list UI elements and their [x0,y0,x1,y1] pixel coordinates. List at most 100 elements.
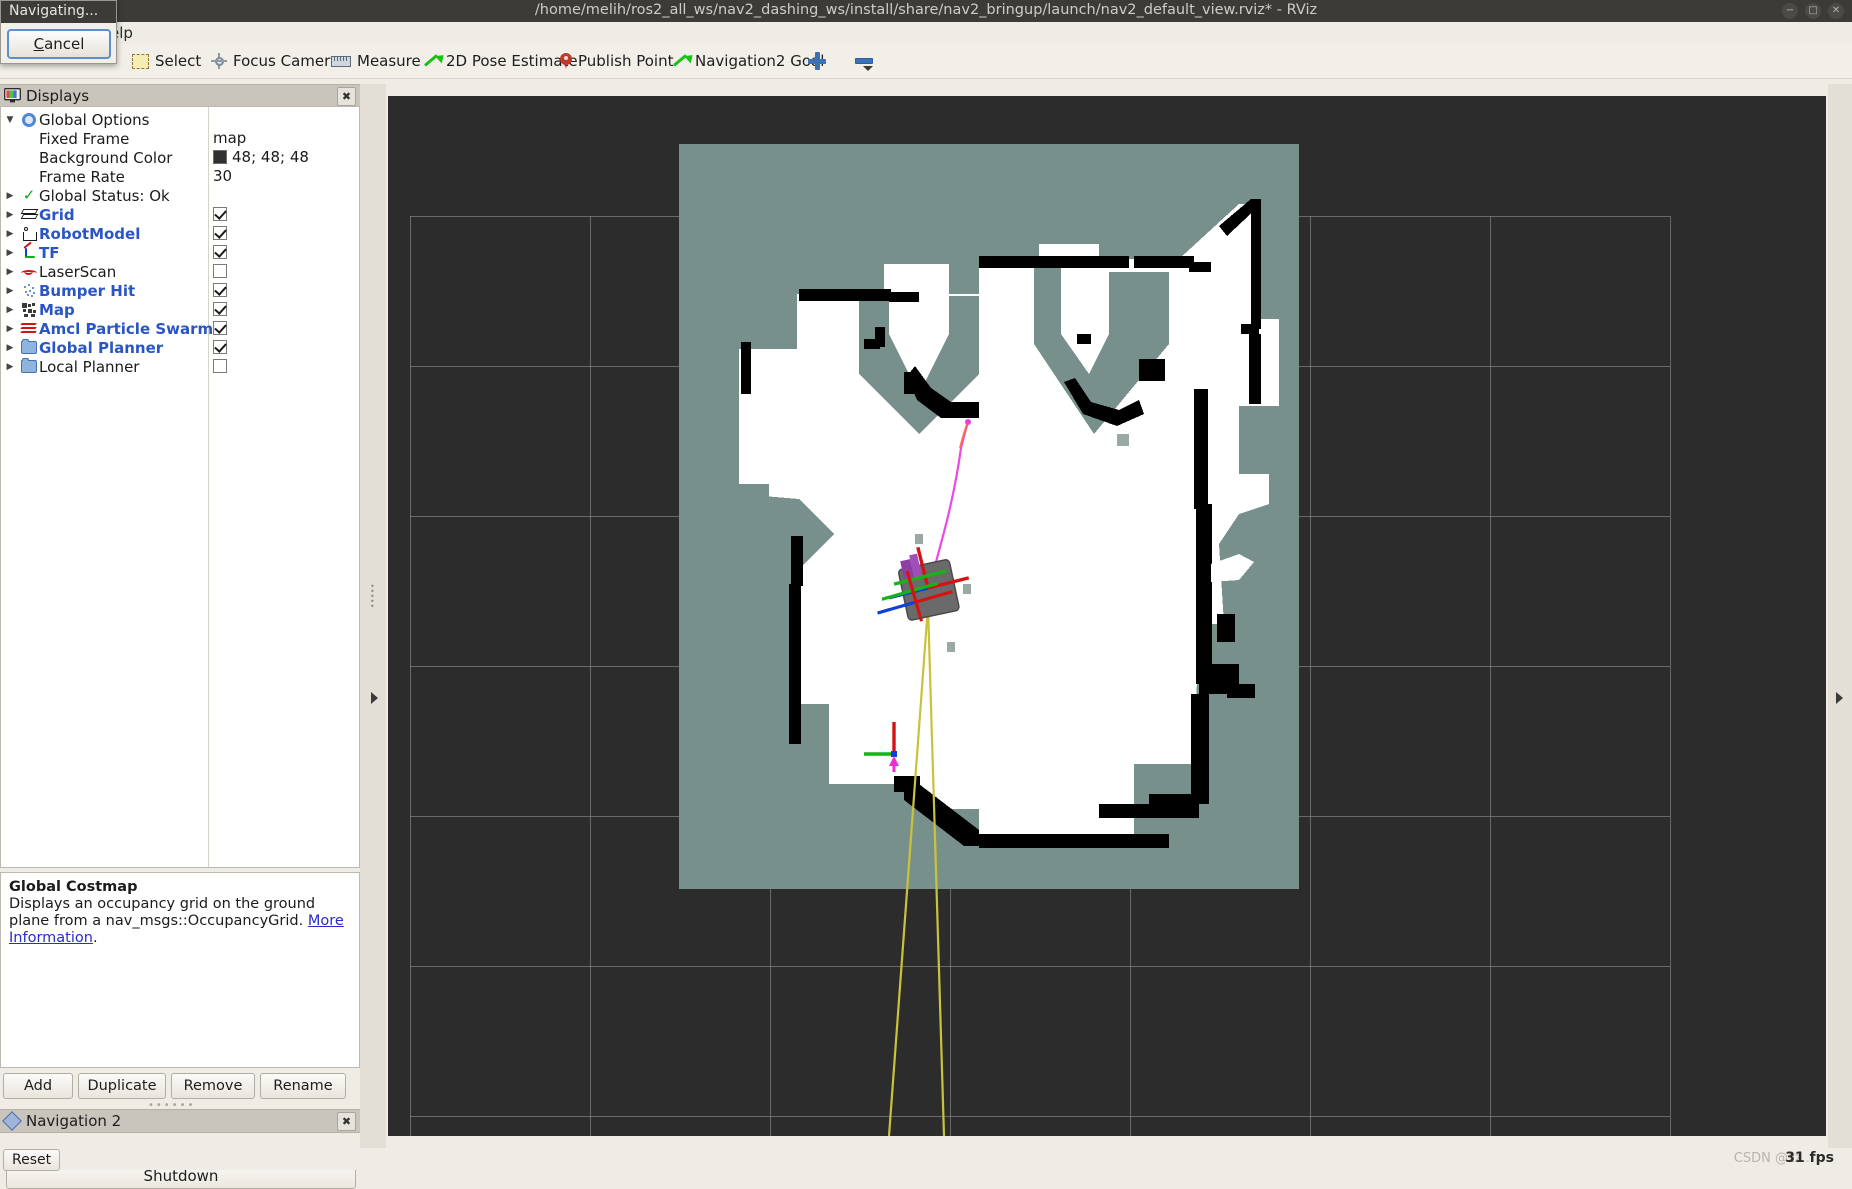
description-body-end: . [92,930,98,946]
checkbox-robotmodel[interactable] [213,226,227,240]
tree-item-label: Fixed Frame [39,129,130,148]
tool-focus-camera[interactable]: Focus Camera [211,48,339,74]
tree-item-label: Grid [39,205,75,224]
right-splitter[interactable] [1828,84,1852,1148]
tree-item-label: Map [39,300,75,319]
tree-item-global-planner[interactable]: ▶ Global Planner [1,338,359,357]
render-view-3d[interactable] [388,96,1826,1136]
expander-right-icon[interactable]: ▶ [1,286,19,296]
remove-button[interactable]: Remove [171,1073,255,1099]
background-color-value: 48; 48; 48 [232,148,309,166]
expander-right-icon[interactable]: ▶ [1,324,19,334]
expander-right-icon[interactable]: ▶ [1,191,19,201]
tool-measure-label: Measure [357,52,421,70]
displays-panel-close-icon[interactable]: ✖ [337,87,356,106]
tool-measure[interactable]: Measure [331,48,421,74]
tool-publish-point[interactable]: Publish Point [560,48,673,74]
checkbox-grid[interactable] [213,207,227,221]
checkbox-amcl-particle-swarm[interactable] [213,321,227,335]
expander-right-icon[interactable]: ▶ [1,210,19,220]
expander-right-icon[interactable]: ▶ [1,248,19,258]
collapse-left-arrow-icon[interactable] [371,692,378,704]
tree-item-label: Amcl Particle Swarm [39,319,214,338]
collapse-right-arrow-icon[interactable] [1836,692,1843,704]
pointcloud-icon [19,283,39,298]
expander-right-icon[interactable]: ▶ [1,229,19,239]
checkbox-laserscan[interactable] [213,264,227,278]
checkbox-local-planner[interactable] [213,359,227,373]
duplicate-button[interactable]: Duplicate [78,1073,166,1099]
tool-2d-pose-estimate[interactable]: 2D Pose Estimate [424,48,578,74]
status-ok-icon: ✓ [22,186,36,204]
tree-item-map[interactable]: ▶ Map [1,300,359,319]
checkbox-bumper-hit[interactable] [213,283,227,297]
checkbox-tf[interactable] [213,245,227,259]
tree-item-robotmodel[interactable]: ▶ RobotModel [1,224,359,243]
tf-axes-icon [19,241,39,260]
expander-down-icon[interactable]: ▼ [1,115,19,125]
status-bar: Reset CSDN @zz... 31 fps [0,1148,1852,1171]
left-splitter[interactable]: • • • • • [360,84,386,1148]
tree-item-global-status[interactable]: ▶ ✓ Global Status: Ok [1,186,359,205]
tree-item-global-options[interactable]: ▼ Global Options [1,110,359,129]
tool-select[interactable]: Select [132,48,201,74]
grid-line-v [1310,216,1311,1136]
grid-icon [19,209,39,221]
description-body: Displays an occupancy grid on the ground… [9,896,316,929]
tree-item-laserscan[interactable]: ▶ LaserScan [1,262,359,281]
window-title: /home/melih/ros2_all_ws/nav2_dashing_ws/… [534,2,1318,18]
map-pin-icon [560,53,572,69]
tree-item-grid[interactable]: ▶ Grid [1,205,359,224]
folder-icon [19,338,39,354]
nav2-panel-close-icon[interactable]: ✖ [337,1112,356,1131]
background-color-value-wrap[interactable]: 48; 48; 48 [213,148,309,167]
close-icon[interactable]: ✕ [1828,3,1844,19]
tree-item-label: Background Color [39,148,173,167]
focus-camera-icon [211,53,227,69]
tool-navigation2-goal[interactable]: Navigation2 Goal [673,48,824,74]
cancel-button[interactable]: Cancel [7,29,111,59]
tree-item-label: LaserScan [39,262,117,281]
tree-item-label: TF [39,243,60,262]
displays-panel-header: Displays ✖ [0,84,360,108]
frame-rate-value[interactable]: 30 [213,167,232,186]
grid-line-v [410,216,411,1136]
minus-icon [855,58,873,64]
tree-item-frame-rate[interactable]: Frame Rate [1,167,359,186]
left-dock: Displays ✖ ▼ Global Options Fixed Frame … [0,84,360,1189]
toolbar: Select Focus Camera Measure 2D Pose Esti… [0,44,1852,79]
grid-line-h [410,1116,1670,1117]
fixed-frame-value[interactable]: map [213,129,246,148]
maximize-icon[interactable]: □ [1805,3,1821,19]
tree-item-bumper-hit[interactable]: ▶ Bumper Hit [1,281,359,300]
tree-item-fixed-frame[interactable]: Fixed Frame [1,129,359,148]
checkbox-map[interactable] [213,302,227,316]
expander-right-icon[interactable]: ▶ [1,305,19,315]
tree-item-tf[interactable]: ▶ TF [1,241,359,262]
gear-icon [19,112,39,127]
navigating-dialog-title: Navigating... [9,3,99,19]
rename-button[interactable]: Rename [260,1073,346,1099]
goal-arrow-icon [673,53,689,69]
window-titlebar: /home/melih/ros2_all_ws/nav2_dashing_ws/… [0,0,1852,22]
fps-counter: 31 fps [1785,1150,1834,1166]
poses-icon [19,322,39,336]
expander-right-icon[interactable]: ▶ [1,362,19,372]
reset-button[interactable]: Reset [3,1149,61,1171]
tree-item-amcl-particle-swarm[interactable]: ▶ Amcl Particle Swarm [1,319,359,338]
minimize-icon[interactable]: − [1782,3,1798,19]
add-button[interactable]: Add [3,1073,73,1099]
chevron-down-icon[interactable] [863,66,873,71]
tree-item-label: Global Status: Ok [39,186,170,205]
window-controls: − □ ✕ [1782,3,1844,19]
tree-item-local-planner[interactable]: ▶ Local Planner [1,357,359,376]
grid-line-v [1670,216,1671,1136]
checkbox-global-planner[interactable] [213,340,227,354]
expander-right-icon[interactable]: ▶ [1,267,19,277]
robot-model [877,546,970,622]
nav2-panel-header: Navigation 2 ✖ [0,1109,360,1133]
tool-add-button[interactable] [808,48,826,74]
tree-item-label: Global Options [39,110,150,129]
expander-right-icon[interactable]: ▶ [1,343,19,353]
displays-panel-title: Displays [26,87,90,105]
